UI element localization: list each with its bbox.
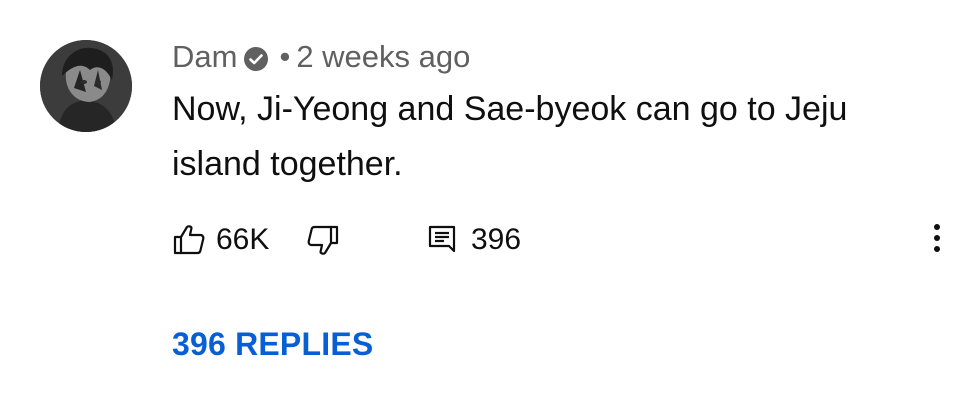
comment-text: Now, Ji-Yeong and Sae-byeok can go to Je…: [172, 90, 848, 183]
comment-actions: 66K 396: [172, 218, 952, 262]
dislike-button[interactable]: [306, 218, 340, 262]
verified-check-icon: [243, 44, 269, 71]
meta-separator: •: [279, 39, 291, 74]
like-count: 66K: [216, 223, 270, 256]
thumbs-up-icon: [172, 223, 206, 257]
more-options-button[interactable]: [922, 218, 952, 262]
like-button[interactable]: 66K: [172, 218, 269, 262]
avatar[interactable]: [40, 40, 132, 132]
reply-count: 396: [471, 223, 522, 256]
view-replies-button[interactable]: 396 REPLIES: [172, 326, 373, 363]
reply-button[interactable]: 396: [427, 218, 521, 262]
comment-meta: Dam • 2 weeks ago: [172, 38, 470, 76]
comment-timestamp[interactable]: 2 weeks ago: [296, 39, 470, 75]
more-vertical-icon: [933, 222, 941, 259]
author-name[interactable]: Dam: [172, 39, 237, 75]
comment-icon: [427, 224, 457, 256]
thumbs-down-icon: [306, 223, 340, 257]
